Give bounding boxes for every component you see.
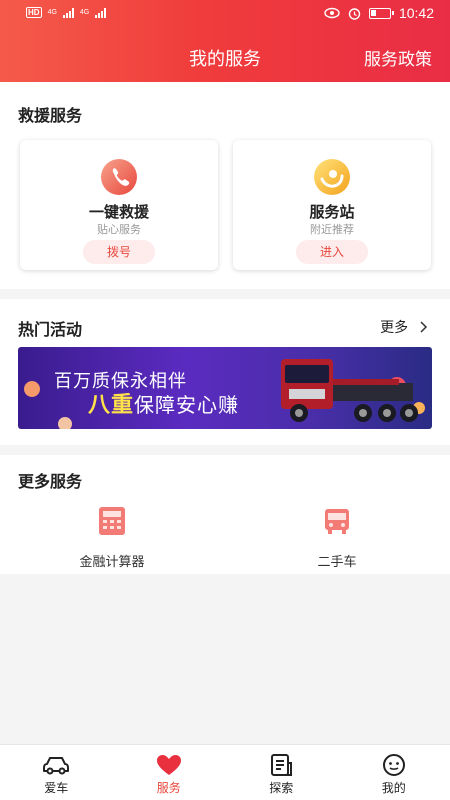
battery-icon <box>368 7 394 19</box>
tab-label: 爱车 <box>44 781 69 795</box>
service-station-card[interactable]: 服务站 附近推荐 进入 <box>233 140 431 270</box>
more-services-title: 更多服务 <box>18 474 83 491</box>
document-icon <box>271 754 293 776</box>
card-subtitle: 贴心服务 <box>97 224 141 236</box>
tab-label: 服务 <box>156 781 181 795</box>
decor-ball <box>58 417 72 429</box>
card-title: 服务站 <box>309 204 355 221</box>
more-link[interactable]: 更多 <box>380 317 428 337</box>
clock: 10:42 <box>398 5 434 21</box>
banner-highlight: 八重 <box>88 392 135 417</box>
network-type-1: 4G <box>47 9 57 16</box>
finance-calculator-item[interactable]: 金融计算器 <box>52 505 172 570</box>
network-type-2: 4G <box>79 9 90 16</box>
rescue-section: 救援服务 一键救援 贴心服务 拨号 服务站 附近推荐 进入 <box>0 82 450 289</box>
card-title: 一键救援 <box>88 204 149 221</box>
bottom-tab-bar: 爱车 服务 探索 我的 <box>0 744 450 800</box>
used-car-item[interactable]: 二手车 <box>277 505 397 570</box>
hot-activities-title: 热门活动 <box>18 322 83 339</box>
enter-button[interactable]: 进入 <box>296 240 368 264</box>
more-label: 更多 <box>380 319 409 335</box>
location-pin-icon <box>314 159 350 195</box>
eye-icon <box>324 7 340 19</box>
signal-icon <box>95 7 107 18</box>
phone-icon <box>101 159 137 195</box>
service-policy-link[interactable]: 服务政策 <box>364 45 432 70</box>
face-icon <box>382 754 405 776</box>
signal-icon <box>62 7 74 18</box>
promo-banner[interactable]: 百万质保永相伴 八重保障安心赚 <box>18 347 432 429</box>
heart-icon <box>156 755 181 775</box>
banner-subline: 八重保障安心赚 <box>88 387 239 419</box>
decor-ball <box>24 381 40 397</box>
dial-button[interactable]: 拨号 <box>83 240 155 264</box>
hd-badge: HD <box>26 7 42 18</box>
tab-label: 探索 <box>269 781 294 795</box>
banner-subline-rest: 保障安心赚 <box>134 395 240 417</box>
chevron-right-icon <box>420 321 428 333</box>
status-bar: HD 4G 4G 10:42 <box>0 0 450 28</box>
alarm-icon <box>348 7 361 20</box>
tab-label: 我的 <box>381 781 406 795</box>
truck-image <box>281 359 418 422</box>
calculator-icon <box>99 507 125 535</box>
rescue-section-title: 救援服务 <box>18 108 83 125</box>
tab-mine[interactable]: 我的 <box>338 745 450 800</box>
one-key-rescue-card[interactable]: 一键救援 贴心服务 拨号 <box>20 140 218 270</box>
tab-service[interactable]: 服务 <box>113 745 226 800</box>
bus-icon <box>325 509 349 534</box>
tab-explore[interactable]: 探索 <box>225 745 338 800</box>
more-services-section: 更多服务 金融计算器 二手车 <box>0 455 450 574</box>
tab-my-car[interactable]: 爱车 <box>0 745 113 800</box>
finance-calculator-label: 金融计算器 <box>79 554 145 569</box>
card-subtitle: 附近推荐 <box>310 224 354 236</box>
header-bar: HD 4G 4G 10:42 我的服务 服务政策 <box>0 0 450 82</box>
car-icon <box>43 757 70 775</box>
used-car-label: 二手车 <box>317 554 357 569</box>
hot-activities-section: 热门活动 更多 百万质保永相伴 八重保障安心赚 <box>0 299 450 445</box>
